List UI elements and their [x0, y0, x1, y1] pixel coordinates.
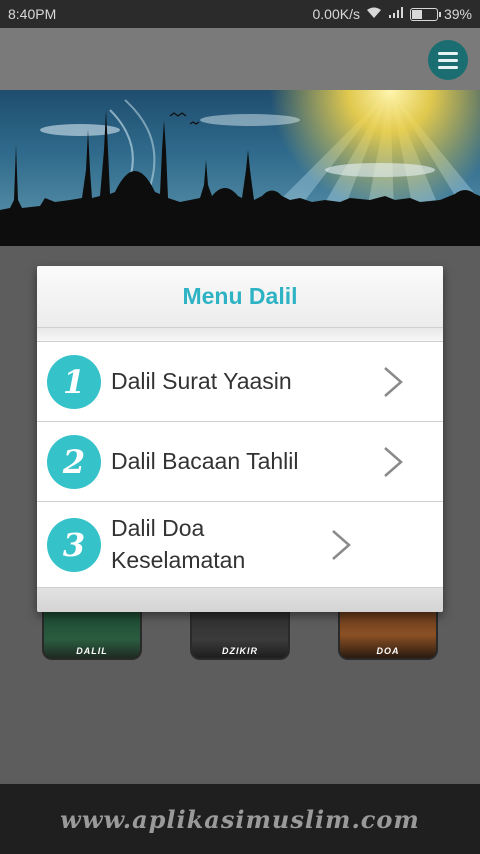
number-badge: 3	[47, 517, 101, 572]
menu-item-surat-yaasin[interactable]: 1 Dalil Surat Yaasin	[37, 342, 443, 422]
footer-url[interactable]: www.aplikasimuslim.com	[60, 805, 420, 834]
menu-item-label: Dalil Surat Yaasin	[111, 367, 292, 394]
network-speed: 0.00K/s	[312, 6, 360, 22]
app-header	[0, 28, 480, 90]
battery-percent: 39%	[443, 6, 472, 22]
menu-item-bacaan-tahlil[interactable]: 2 Dalil Bacaan Tahlil	[37, 422, 443, 502]
status-time: 8:40PM	[8, 6, 57, 22]
number-badge: 2	[47, 434, 101, 489]
chevron-right-icon	[332, 529, 351, 560]
menu-dalil-dialog: Menu Dalil 1 Dalil Surat Yaasin 2 Dalil …	[37, 266, 443, 612]
menu-item-doa-keselamatan[interactable]: 3 Dalil Doa Keselamatan	[37, 502, 443, 588]
tile-doa[interactable]: DOA	[338, 612, 438, 660]
tile-dzikir-label: DZIKIR	[222, 646, 258, 656]
status-bar: 8:40PM 0.00K/s 39%	[0, 0, 480, 28]
mosque-silhouette-illustration	[0, 90, 480, 246]
menu-item-label: Dalil Bacaan Tahlil	[111, 447, 299, 474]
signal-icon	[388, 6, 404, 22]
chevron-right-icon	[384, 446, 403, 477]
hamburger-menu-button[interactable]	[428, 40, 468, 80]
tile-dzikir[interactable]: DZIKIR	[190, 612, 290, 660]
menu-item-label: Dalil Doa Keselamatan	[111, 515, 246, 573]
wifi-icon	[366, 7, 382, 22]
battery-fill	[411, 9, 423, 19]
hamburger-menu-icon	[438, 51, 458, 55]
number-badge: 1	[47, 354, 101, 409]
dialog-title: Menu Dalil	[182, 283, 298, 309]
tile-doa-label: DOA	[376, 646, 400, 656]
status-right: 0.00K/s 39%	[312, 6, 472, 22]
dialog-divider	[37, 328, 443, 342]
tile-dalil[interactable]: DALIL	[42, 612, 142, 660]
tile-dalil-label: DALIL	[76, 646, 108, 656]
category-tiles: DALIL DZIKIR DOA	[0, 612, 480, 664]
mosque-banner	[0, 90, 480, 246]
dialog-title-bar: Menu Dalil	[37, 266, 443, 328]
footer: www.aplikasimuslim.com	[0, 784, 480, 854]
chevron-right-icon	[384, 366, 403, 397]
battery-icon	[409, 7, 441, 21]
dialog-footer-bar	[37, 588, 443, 612]
